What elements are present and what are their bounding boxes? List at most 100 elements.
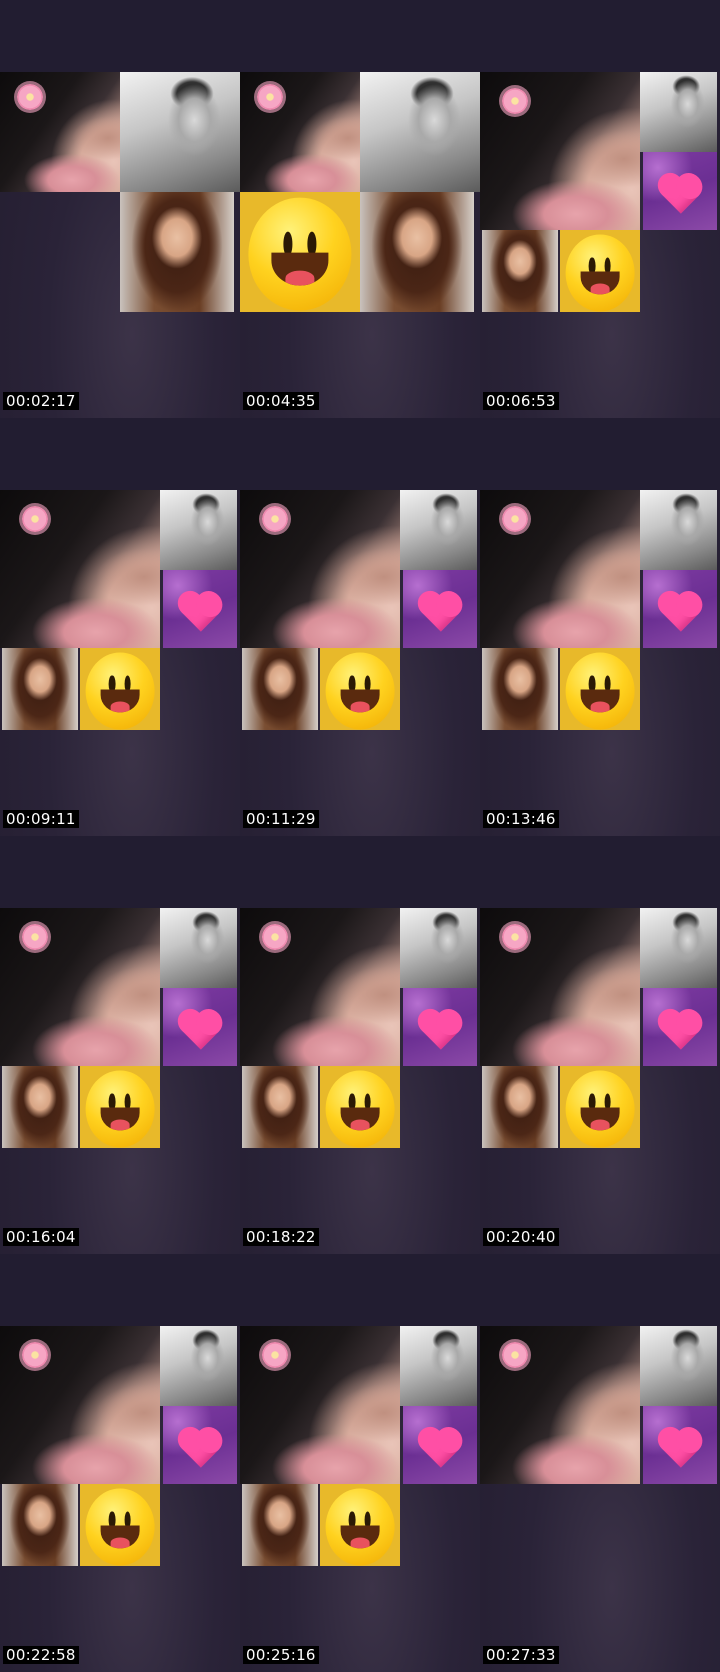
thumbnail-timestamp: 00:27:33 [483, 1646, 559, 1664]
video-thumbnail[interactable]: 00:18:22 [240, 836, 480, 1254]
thumbnail-top-band [480, 0, 720, 72]
smiley-icon [325, 1070, 395, 1148]
video-thumbnail[interactable]: 00:09:11 [0, 418, 240, 836]
flower-icon [502, 506, 528, 532]
flower-icon [502, 88, 528, 114]
thumbnail-timestamp: 00:25:16 [243, 1646, 319, 1664]
video-thumbnail[interactable]: 00:13:46 [480, 418, 720, 836]
smiley-icon [565, 652, 635, 730]
video-tile-man [640, 490, 717, 570]
video-tile-face [480, 490, 640, 648]
video-tile-heart [403, 570, 477, 648]
thumbnail-timestamp: 00:13:46 [483, 810, 559, 828]
thumbnail-timestamp: 00:04:35 [243, 392, 319, 410]
video-thumbnail[interactable]: 00:16:04 [0, 836, 240, 1254]
video-tile-face [240, 490, 400, 648]
video-tile-face [0, 72, 120, 192]
thumbnail-top-band [0, 418, 240, 490]
thumbnail-timestamp: 00:16:04 [3, 1228, 79, 1246]
heart-icon [661, 594, 699, 632]
video-tile-heart [403, 1406, 477, 1484]
video-tile-man [400, 908, 477, 988]
video-tile-face [0, 1326, 160, 1484]
video-tile-smiley [560, 1066, 640, 1148]
smiley-icon [325, 652, 395, 730]
thumbnail-timestamp: 00:09:11 [3, 810, 79, 828]
thumbnail-top-band [0, 1254, 240, 1326]
flower-icon [502, 1342, 528, 1368]
video-tile-smiley [80, 1066, 160, 1148]
smiley-icon [248, 197, 352, 311]
video-tile-heart [163, 570, 237, 648]
flower-icon [262, 924, 288, 950]
heart-icon [181, 1012, 219, 1050]
video-tile-girl [482, 1066, 558, 1148]
thumbnail-timestamp: 00:11:29 [243, 810, 319, 828]
video-tile-face [240, 72, 360, 192]
thumbnail-timestamp: 00:22:58 [3, 1646, 79, 1664]
video-tile-man [400, 490, 477, 570]
smiley-icon [325, 1488, 395, 1566]
video-tile-smiley [320, 1484, 400, 1566]
video-tile-face [480, 72, 640, 230]
video-tile-face [480, 1326, 640, 1484]
video-thumbnail[interactable]: 00:02:17 [0, 0, 240, 418]
video-tile-smiley [80, 648, 160, 730]
video-tile-man [160, 908, 237, 988]
video-thumbnail[interactable]: 00:11:29 [240, 418, 480, 836]
smiley-icon [565, 1070, 635, 1148]
video-tile-man [640, 1326, 717, 1406]
video-tile-man [160, 490, 237, 570]
video-tile-heart [643, 988, 717, 1066]
video-thumbnail[interactable]: 00:22:58 [0, 1254, 240, 1672]
video-tile-face [0, 908, 160, 1066]
video-tile-girl [242, 1484, 318, 1566]
flower-icon [262, 506, 288, 532]
thumbnail-timestamp: 00:18:22 [243, 1228, 319, 1246]
video-tile-heart [643, 152, 717, 230]
video-tile-heart [163, 988, 237, 1066]
video-thumbnail[interactable]: 00:04:35 [240, 0, 480, 418]
video-tile-smiley [240, 192, 360, 312]
heart-icon [661, 1012, 699, 1050]
video-tile-man [400, 1326, 477, 1406]
heart-icon [181, 594, 219, 632]
thumbnail-top-band [0, 836, 240, 908]
flower-icon [262, 1342, 288, 1368]
video-tile-girl [2, 648, 78, 730]
heart-icon [421, 594, 459, 632]
heart-icon [181, 1430, 219, 1468]
video-tile-face [480, 908, 640, 1066]
video-tile-smiley [320, 1066, 400, 1148]
video-thumbnail[interactable]: 00:27:33 [480, 1254, 720, 1672]
smiley-icon [85, 652, 155, 730]
video-tile-face [240, 908, 400, 1066]
thumbnail-top-band [0, 0, 240, 72]
video-tile-girl [360, 192, 474, 312]
video-tile-girl [120, 192, 234, 312]
video-tile-heart [403, 988, 477, 1066]
video-tile-girl [242, 648, 318, 730]
smiley-icon [85, 1488, 155, 1566]
video-tile-man [360, 72, 480, 192]
video-tile-girl [482, 648, 558, 730]
video-tile-man [120, 72, 240, 192]
video-tile-face [0, 490, 160, 648]
video-tile-smiley [80, 1484, 160, 1566]
video-tile-face [240, 1326, 400, 1484]
video-thumbnail[interactable]: 00:20:40 [480, 836, 720, 1254]
video-tile-man [640, 72, 717, 152]
video-tile-girl [242, 1066, 318, 1148]
thumbnail-timestamp: 00:02:17 [3, 392, 79, 410]
video-thumbnail[interactable]: 00:06:53 [480, 0, 720, 418]
flower-icon [22, 1342, 48, 1368]
thumbnail-top-band [240, 836, 480, 908]
video-thumbnail[interactable]: 00:25:16 [240, 1254, 480, 1672]
flower-icon [22, 506, 48, 532]
flower-icon [257, 84, 283, 110]
thumbnail-top-band [480, 418, 720, 490]
thumbnail-grid: 00:02:17 00:04:35 00:06:53 00:09:11 00:11:29… [0, 0, 720, 1672]
thumbnail-top-band [240, 1254, 480, 1326]
video-tile-girl [2, 1066, 78, 1148]
thumbnail-top-band [480, 836, 720, 908]
